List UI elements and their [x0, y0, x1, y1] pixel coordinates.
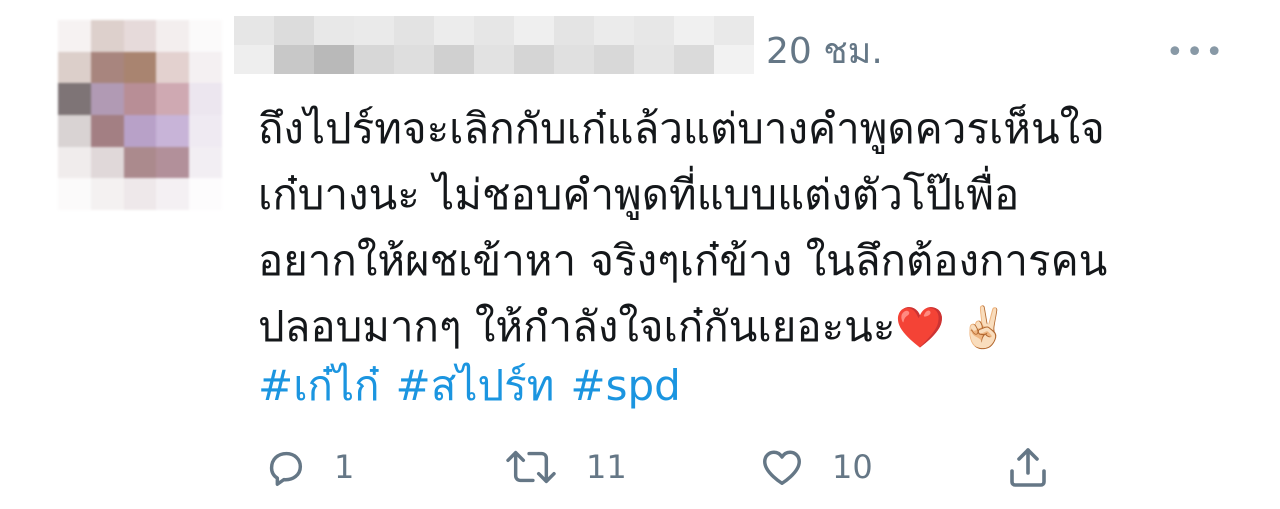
tweet-text-line: เก๋บางนะ ไม่ชอบคำพูดที่แบบแต่งตัวโป๊เพื่…	[258, 170, 1020, 219]
retweet-button[interactable]: 11	[502, 444, 627, 490]
tweet-text-line: ปลอบมากๆ ให้กำลังใจเก๋กันเยอะนะ❤️ ✌🏻	[258, 294, 1268, 360]
reply-button[interactable]: 1	[262, 444, 354, 490]
reply-count: 1	[334, 448, 355, 486]
retweet-icon	[502, 444, 560, 490]
tweet-text-segment: ปลอบมากๆ ให้กำลังใจเก๋กันเยอะนะ	[258, 302, 896, 351]
tweet-text-line: อยากให้ผชเข้าหา จริงๆเก๋ข้าง ในลึกต้องกา…	[258, 236, 1108, 285]
tweet-text-line: ถึงไปร์ทจะเลิกกับเก๋แล้วแต่บางคำพูดควรเห…	[258, 104, 1105, 153]
heart-icon	[758, 444, 806, 490]
like-count: 10	[832, 448, 873, 486]
tweet-text: ถึงไปร์ทจะเลิกกับเก๋แล้วแต่บางคำพูดควรเห…	[258, 96, 1268, 360]
tweet: 20 ชม. ••• ถึงไปร์ทจะเลิกกับเก๋แล้วแต่บา…	[0, 0, 1280, 509]
reply-icon	[262, 444, 308, 490]
avatar[interactable]	[58, 20, 222, 210]
share-icon	[1004, 443, 1052, 491]
share-button[interactable]	[1004, 444, 1052, 490]
tweet-timestamp[interactable]: 20 ชม.	[766, 30, 883, 74]
hashtag-list: #เก๋ไก๋ #สไปร์ท #spd	[258, 356, 697, 416]
hashtag-link[interactable]: #เก๋ไก๋	[258, 361, 380, 410]
heart-emoji-icon: ❤️	[895, 305, 946, 351]
more-icon[interactable]: •••	[1166, 38, 1225, 68]
retweet-count: 11	[586, 448, 627, 486]
like-button[interactable]: 10	[758, 444, 873, 490]
victory-hand-emoji-icon: ✌🏻	[958, 305, 1009, 351]
username-blurred[interactable]	[234, 16, 754, 74]
hashtag-link[interactable]: #สไปร์ท	[396, 361, 555, 410]
hashtag-link[interactable]: #spd	[570, 361, 680, 410]
